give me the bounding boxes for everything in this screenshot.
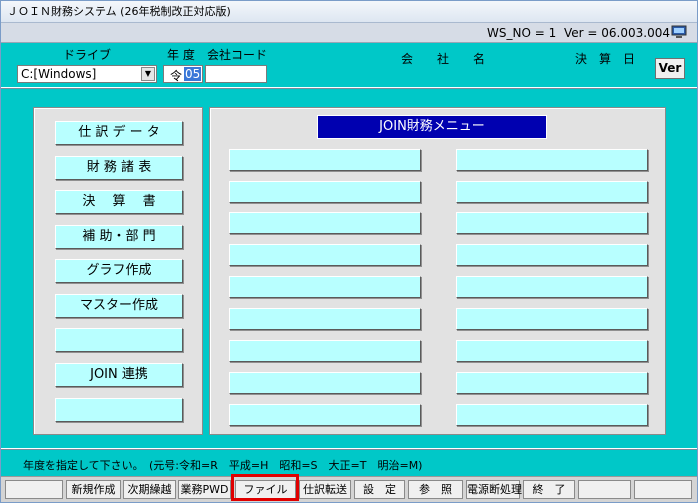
menu-button-empty-2[interactable]	[55, 398, 183, 422]
year-label: 年 度	[167, 48, 195, 62]
menu-button-zaimu-shohyo[interactable]: 財 務 諸 表	[55, 156, 183, 180]
menu-button-master[interactable]: マスター作成	[55, 294, 183, 318]
menu-slot-r3[interactable]	[456, 212, 648, 234]
menu-button-join-renkei[interactable]: JOIN 連携	[55, 363, 183, 387]
function-key-bar: 新規作成 次期繰越 業務PWD ファイル 仕訳転送 設 定 参 照 電源断処理 …	[1, 476, 697, 502]
menu-button-graph[interactable]: グラフ作成	[55, 259, 183, 283]
status-hint: (元号:令和=R 平成=H 昭和=S 大正=T 明治=M)	[149, 459, 423, 472]
year-input[interactable]: 令 05	[163, 65, 203, 83]
ws-number: WS_NO = 1	[487, 26, 557, 40]
fkey-11[interactable]	[578, 480, 631, 499]
menu-slot-r2[interactable]	[456, 181, 648, 203]
fkey-new[interactable]: 新規作成	[66, 480, 121, 499]
menu-slot-r6[interactable]	[456, 308, 648, 330]
company-code-label: 会社コード	[207, 48, 268, 62]
menu-slot-r4[interactable]	[456, 244, 648, 266]
year-value: 05	[184, 67, 202, 81]
closing-date-label: 決 算 日	[575, 52, 636, 66]
drive-select[interactable]: C:[Windows] ▼	[17, 65, 157, 83]
menu-slot-r1[interactable]	[456, 149, 648, 171]
fkey-power-failure[interactable]: 電源断処理	[466, 480, 522, 499]
fkey-password[interactable]: 業務PWD	[178, 480, 231, 499]
menu-slot-l2[interactable]	[229, 181, 421, 203]
menu-slot-r9[interactable]	[456, 404, 648, 426]
menu-button-kessansho[interactable]: 決 算 書	[55, 190, 183, 214]
menu-slot-r5[interactable]	[456, 276, 648, 298]
company-code-input[interactable]	[205, 65, 267, 83]
version-text: Ver = 06.003.004	[564, 26, 670, 40]
menu-slot-r7[interactable]	[456, 340, 648, 362]
drive-label: ドライブ	[63, 48, 112, 62]
menu-button-shiwake-data[interactable]: 仕 訳 デ ー タ	[55, 121, 183, 145]
info-bar: WS_NO = 1 Ver = 06.003.004	[1, 23, 697, 43]
window-title: ＪＯＩＮ財務システム (26年税制改正対応版)	[1, 1, 697, 23]
monitor-icon[interactable]	[671, 25, 687, 39]
status-message: 年度を指定して下さい。	[23, 459, 144, 472]
menu-slot-l7[interactable]	[229, 340, 421, 362]
status-bar: 年度を指定して下さい。 (元号:令和=R 平成=H 昭和=S 大正=T 明治=M…	[1, 452, 697, 474]
fkey-carryover[interactable]: 次期繰越	[123, 480, 176, 499]
drive-value: C:[Windows]	[21, 67, 97, 81]
menu-slot-l8[interactable]	[229, 372, 421, 394]
menu-title: JOIN財務メニュー	[317, 115, 547, 139]
fkey-12[interactable]	[634, 480, 692, 499]
menu-slot-l9[interactable]	[229, 404, 421, 426]
menu-slot-l1[interactable]	[229, 149, 421, 171]
fkey-reference[interactable]: 参 照	[408, 480, 463, 499]
chevron-down-icon[interactable]: ▼	[141, 67, 155, 81]
menu-slot-l6[interactable]	[229, 308, 421, 330]
ver-button[interactable]: Ver	[655, 58, 685, 79]
menu-slot-r8[interactable]	[456, 372, 648, 394]
divider	[1, 448, 697, 450]
app-window: ＪＯＩＮ財務システム (26年税制改正対応版) WS_NO = 1 Ver = …	[0, 0, 698, 503]
menu-button-empty-1[interactable]	[55, 328, 183, 352]
highlight-frame	[231, 474, 299, 501]
menu-slot-l4[interactable]	[229, 244, 421, 266]
fkey-1[interactable]	[5, 480, 63, 499]
fkey-transfer[interactable]: 仕訳転送	[299, 480, 351, 499]
era-value: 令	[170, 69, 183, 83]
company-name-label: 会 社 名	[401, 52, 486, 66]
divider	[1, 87, 697, 89]
menu-slot-l5[interactable]	[229, 276, 421, 298]
fkey-exit[interactable]: 終 了	[523, 480, 575, 499]
menu-button-hojo-bumon[interactable]: 補 助・部 門	[55, 225, 183, 249]
fkey-settings[interactable]: 設 定	[354, 480, 405, 499]
menu-slot-l3[interactable]	[229, 212, 421, 234]
